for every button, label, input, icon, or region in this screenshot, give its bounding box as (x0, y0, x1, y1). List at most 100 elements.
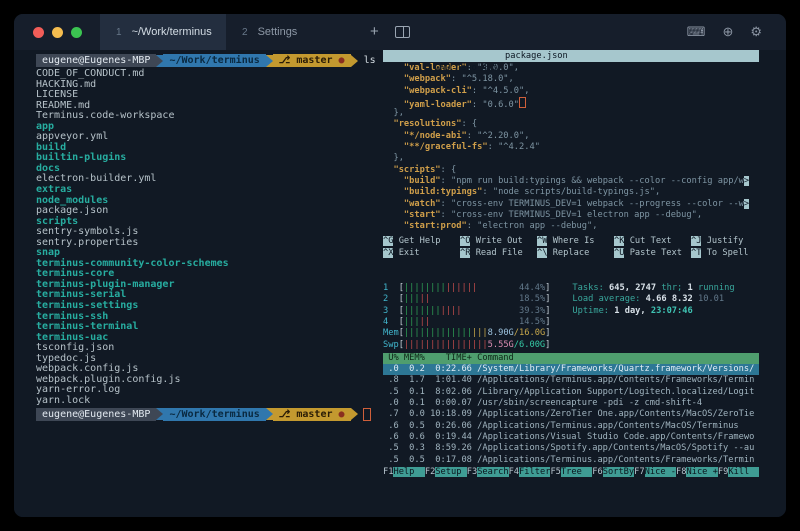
powerline-arrow (351, 408, 358, 420)
process-row[interactable]: .7 0.0 10:18.09 /Applications/ZeroTier O… (383, 409, 759, 420)
fkey-number: F5 (550, 467, 560, 477)
shell-prompt: eugene@Eugenes-MBP ~/Work/terminus ⎇ mas… (36, 408, 378, 421)
nano-shortcut[interactable]: ^W Where Is (537, 236, 614, 247)
cpu-mem-meter: Mem[||||||||||||||||8.90G/16.0G] (383, 328, 550, 339)
process-row[interactable]: .5 0.1 8:02.06 /Library/Application Supp… (383, 387, 759, 398)
text-cursor (519, 97, 526, 108)
prompt-user: eugene@Eugenes-MBP (36, 54, 156, 67)
fkey-number: F6 (592, 467, 602, 477)
process-row[interactable]: .5 0.3 8:59.26 /Applications/Spotify.app… (383, 443, 759, 454)
nano-shortcut[interactable]: ^T To Spell (691, 248, 759, 259)
nano-shortcut[interactable]: ^X Exit (383, 248, 460, 259)
process-row[interactable]: .6 0.6 0:19.44 /Applications/Visual Stud… (383, 432, 759, 443)
globe-icon[interactable]: ⊕ (722, 24, 733, 40)
nano-version: GNU nano 4.5 (435, 63, 498, 73)
fkey-label: Kill (728, 467, 759, 477)
nano-filename: package.json (505, 50, 568, 62)
git-branch-icon: ⎇ (273, 55, 297, 66)
nano-line: "*/node-abi": "^2.20.0", (383, 131, 759, 142)
git-branch-name: master (296, 409, 338, 420)
directory-item: extras (36, 185, 378, 196)
keyboard-icon[interactable]: ⌨ (687, 24, 706, 40)
shortcut-key: ^K (614, 236, 624, 246)
git-dirty-icon: ● (339, 55, 351, 66)
powerline-arrow (156, 408, 163, 420)
nano-shortcut[interactable]: ^G Get Help (383, 236, 460, 247)
fkey-number: F3 (467, 467, 477, 477)
prompt-path: ~/Work/terminus (163, 408, 265, 421)
gear-icon[interactable]: ⚙ (750, 24, 762, 40)
toolbar-icons: ⌨ ⊕ ⚙ (687, 24, 762, 40)
shortcut-label: To Spell (701, 248, 748, 258)
file-item: package.json (36, 206, 378, 217)
nano-shortcut-row: ^G Get Help^O Write Out^W Where Is^K Cut… (383, 236, 759, 247)
split-pane-icon[interactable] (395, 26, 410, 38)
terminal-area: eugene@Eugenes-MBP ~/Work/terminus ⎇ mas… (14, 50, 786, 517)
cpu-mem-meter: Swp[||||||||||||||||5.55G/6.00G] (383, 340, 550, 351)
htop-panel: 1 [|||||||||||||| 44.4%]2 [||||| 18.5%]3… (383, 283, 759, 478)
nano-line: "yaml-loader": "0.6.0" (383, 97, 759, 108)
fkey-button[interactable]: F3Search (467, 467, 509, 477)
shell-prompt: eugene@Eugenes-MBP ~/Work/terminus ⎇ mas… (36, 54, 378, 67)
fkey-label: Search (477, 467, 508, 477)
shell-pane[interactable]: eugene@Eugenes-MBP ~/Work/terminus ⎇ mas… (36, 53, 378, 513)
htop-process-list: .0 0.2 0:22.66 /System/Library/Framework… (383, 364, 759, 466)
shortcut-label: Get Help (393, 236, 440, 246)
close-button[interactable] (33, 27, 44, 38)
htop-stat-line: Tasks: 645, 2747 thr; 1 running (572, 283, 734, 294)
tab-index: 1 (116, 27, 122, 38)
htop-meters: 1 [|||||||||||||| 44.4%]2 [||||| 18.5%]3… (383, 283, 550, 351)
tab-bar: 1 ~/Work/terminus 2 Settings + ⌨ ⊕ ⚙ (14, 14, 786, 50)
nano-shortcut[interactable]: ^J Justify (691, 236, 759, 247)
prompt-user: eugene@Eugenes-MBP (36, 408, 156, 421)
nano-line: }, (383, 153, 759, 164)
fkey-label: Tree (561, 467, 592, 477)
tab-settings[interactable]: 2 Settings (226, 14, 352, 50)
process-row[interactable]: .0 0.2 0:22.66 /System/Library/Framework… (383, 364, 759, 375)
minimize-button[interactable] (52, 27, 63, 38)
nano-shortcut[interactable]: ^R Read File (460, 248, 537, 259)
fkey-label: Setup (435, 467, 466, 477)
fkey-label: Nice + (686, 467, 717, 477)
new-tab-button[interactable]: + (370, 14, 379, 50)
shortcut-label: Paste Text (624, 248, 682, 258)
fkey-button[interactable]: F1Help (383, 467, 425, 477)
nano-htop-pane[interactable]: GNU nano 4.5 package.json "val-loader": … (383, 50, 759, 517)
fkey-label: Help (393, 467, 424, 477)
tab-label: ~/Work/terminus (132, 26, 212, 38)
fkey-number: F2 (425, 467, 435, 477)
maximize-button[interactable] (71, 27, 82, 38)
shortcut-key: ^\ (537, 248, 547, 258)
nano-shortcut[interactable]: ^\ Replace (537, 248, 614, 259)
process-row[interactable]: .5 0.5 0:17.08 /Applications/Terminus.ap… (383, 455, 759, 466)
process-row[interactable]: .0 0.1 0:00.07 /usr/sbin/screencapture -… (383, 398, 759, 409)
prompt-git-branch: ⎇ master ● (273, 54, 351, 67)
nano-line: "build:typings": "node scripts/build-typ… (383, 187, 759, 198)
cpu-mem-meter: 1 [|||||||||||||| 44.4%] (383, 283, 550, 294)
nano-shortcut[interactable]: ^O Write Out (460, 236, 537, 247)
tab-work-terminus[interactable]: 1 ~/Work/terminus (100, 14, 226, 50)
shortcut-key: ^R (460, 248, 470, 258)
fkey-button[interactable]: F9Kill (718, 467, 759, 477)
fkey-button[interactable]: F6SortBy (592, 467, 634, 477)
fkey-number: F1 (383, 467, 393, 477)
fkey-button[interactable]: F8Nice + (676, 467, 718, 477)
htop-stats: Tasks: 645, 2747 thr; 1 runningLoad aver… (572, 283, 734, 351)
powerline-arrow (266, 55, 273, 67)
fkey-button[interactable]: F5Tree (550, 467, 592, 477)
process-row[interactable]: .6 0.5 0:26.06 /Applications/Terminus.ap… (383, 421, 759, 432)
fkey-number: F7 (634, 467, 644, 477)
nano-shortcut[interactable]: ^K Cut Text (614, 236, 691, 247)
fkey-button[interactable]: F7Nice - (634, 467, 676, 477)
fkey-button[interactable]: F4Filter (509, 467, 551, 477)
nano-shortcut[interactable]: ^U Paste Text (614, 248, 691, 259)
shortcut-key: ^T (691, 248, 701, 258)
fkey-button[interactable]: F2Setup (425, 467, 467, 477)
shortcut-label: Read File (470, 248, 522, 258)
process-row[interactable]: .8 1.7 1:01.40 /Applications/Terminus.ap… (383, 375, 759, 386)
shortcut-label: Justify (701, 236, 743, 246)
htop-process-header: U% MEM% TIME+ Command (383, 353, 759, 364)
nano-titlebar: GNU nano 4.5 package.json (383, 50, 759, 62)
fkey-label: Nice - (645, 467, 676, 477)
shortcut-key: ^O (460, 236, 470, 246)
